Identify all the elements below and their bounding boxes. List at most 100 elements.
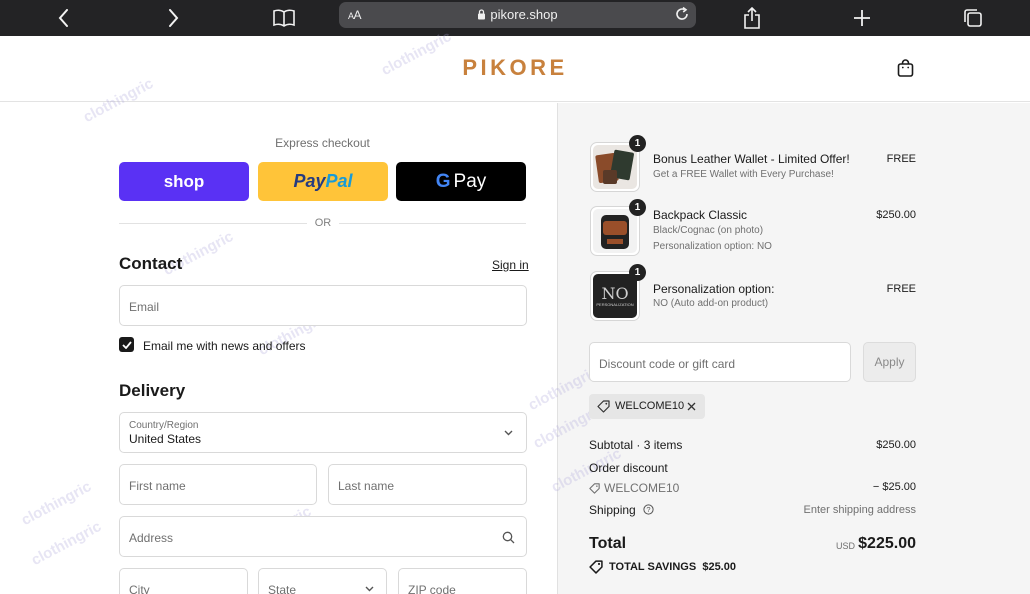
paypal-button[interactable]: Pay Pal [258,162,388,201]
address-bar[interactable]: AA pikore.shop [339,2,696,28]
back-icon[interactable] [52,4,74,32]
first-name-field[interactable]: First name [119,464,317,505]
checkmark-icon [121,340,132,349]
svg-text:?: ? [646,505,650,514]
shopping-bag-icon[interactable] [897,59,914,82]
url-display: pikore.shop [339,7,696,22]
shipping-row: Shipping ? [589,503,654,517]
country-select[interactable]: Country/Region United States [119,412,527,453]
quantity-badge: 1 [629,135,646,152]
shipping-value: Enter shipping address [803,504,916,516]
order-discount-label: Order discount [589,461,668,475]
applied-code: WELCOME10 [615,400,685,412]
city-field[interactable]: City [119,568,248,594]
close-icon[interactable] [687,402,696,411]
contact-heading: Contact [119,254,183,273]
share-icon[interactable] [741,4,763,32]
watermark: clothingric [18,477,95,530]
item-description: Get a FREE Wallet with Every Purchase! [653,169,834,180]
watermark: clothingric [28,517,105,570]
subtotal-label: Subtotal · 3 items [589,438,683,452]
shop-pay-label: shop [163,171,205,191]
item-price: FREE [886,153,916,165]
total-value: $225.00 [858,535,916,552]
savings-label: TOTAL SAVINGS [609,561,697,573]
shop-pay-button[interactable]: shop [119,162,249,201]
applied-discount-tag: WELCOME10 [589,394,705,419]
news-checkbox-label: Email me with news and offers [143,339,306,353]
news-checkbox[interactable] [119,337,134,352]
sign-in-link[interactable]: Sign in [492,258,529,272]
checkout-page: AA pikore.shop PIKORE clothingric clothi… [0,0,1030,594]
quantity-badge: 1 [629,199,646,216]
thumbnail-no-text: NO [601,283,629,303]
chevron-down-icon [504,430,513,436]
address-placeholder: Address [129,531,174,545]
first-name-placeholder: First name [129,479,186,493]
subtotal-value: $250.00 [876,439,916,451]
paypal-label-pay: Pay [293,171,326,191]
zip-field[interactable]: ZIP code [398,568,527,594]
divider [119,223,307,224]
discount-value: − $25.00 [872,481,916,493]
divider [339,223,526,224]
total-label: Total [589,535,627,552]
item-thumbnail-backpack: 1 [590,199,646,256]
item-thumbnail-personalization: NO PERSONALIZATION 1 [590,264,646,321]
item-name: Personalization option: [653,282,775,296]
site-header: PIKORE [0,36,1030,102]
item-price: FREE [886,283,916,295]
item-description: NO (Auto add-on product) [653,298,769,309]
express-checkout-label: Express checkout [275,136,370,150]
state-placeholder: State [268,583,297,594]
country-value: United States [129,432,202,446]
last-name-field[interactable]: Last name [328,464,527,505]
search-icon[interactable] [502,531,515,544]
new-tab-icon[interactable] [851,4,873,32]
item-variant: Black/Cognac (on photo) [653,225,764,236]
tabs-icon[interactable] [961,4,985,32]
total-savings: TOTAL SAVINGS $25.00 [589,560,736,574]
item-option: Personalization option: NO [653,241,772,252]
discount-code-text: WELCOME10 [604,481,680,495]
last-name-placeholder: Last name [338,479,395,493]
tag-icon [589,483,600,494]
shipping-label: Shipping [589,503,636,517]
or-divider-label: OR [314,217,332,229]
url-text: pikore.shop [490,7,558,22]
thumbnail-caption: PERSONALIZATION [596,301,634,307]
delivery-heading: Delivery [119,381,186,400]
discount-code-input[interactable]: Discount code or gift card [589,342,851,382]
discount-code-row: WELCOME10 [589,481,679,495]
quantity-badge: 1 [629,264,646,281]
browser-toolbar: AA pikore.shop [0,0,1030,36]
lock-icon [478,9,486,20]
item-name: Bonus Leather Wallet - Limited Offer! [653,152,850,166]
city-placeholder: City [129,583,150,594]
email-field[interactable]: Email [119,285,527,326]
address-field[interactable]: Address [119,516,527,557]
zip-placeholder: ZIP code [408,583,456,594]
google-g-icon: G [435,170,451,192]
chevron-down-icon [365,586,374,592]
tag-icon [597,400,610,413]
email-placeholder: Email [129,300,160,314]
savings-value: $25.00 [702,561,736,573]
discount-placeholder: Discount code or gift card [599,357,736,371]
item-price: $250.00 [876,209,916,221]
savings-tag-icon [589,560,603,574]
apply-discount-button[interactable]: Apply [863,342,916,382]
forward-icon[interactable] [162,4,184,32]
state-select[interactable]: State [258,568,387,594]
site-logo[interactable]: PIKORE [0,55,1030,81]
bookmarks-icon[interactable] [272,4,296,32]
country-label: Country/Region [129,420,199,431]
paypal-label-pal: Pal [325,171,353,191]
help-icon[interactable]: ? [643,504,654,515]
total-currency: USD [836,541,856,551]
reload-icon[interactable] [674,6,690,27]
google-pay-button[interactable]: G Pay [396,162,526,201]
item-thumbnail-wallet: 1 [590,135,646,192]
google-pay-label: Pay [453,170,487,192]
item-name: Backpack Classic [653,208,748,222]
